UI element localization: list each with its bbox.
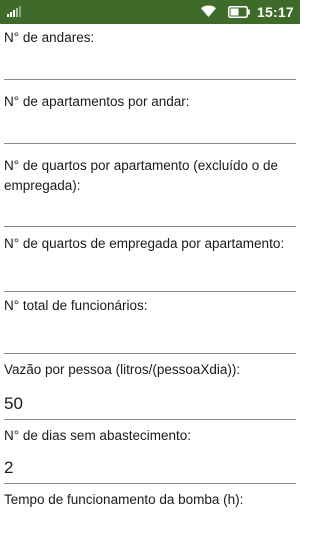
status-bar: 15:17 (0, 0, 300, 24)
input-quartos-empregada[interactable] (4, 262, 296, 292)
wifi-icon (201, 5, 216, 17)
input-tempo-bomba[interactable] (4, 516, 296, 534)
label-vazao-por-pessoa: Vazão por pessoa (litros/(pessoaXdia)): (4, 362, 241, 377)
label-quartos-empregada: N° de quartos de empregada por apartamen… (4, 236, 285, 251)
input-andares[interactable] (4, 50, 296, 80)
label-apartamentos-por-andar: N° de apartamentos por andar: (4, 94, 190, 109)
label-tempo-bomba: Tempo de funcionamento da bomba (h): (4, 492, 244, 507)
input-total-funcionarios[interactable] (4, 324, 296, 354)
label-andares: N° de andares: (4, 30, 95, 45)
input-apartamentos-por-andar[interactable] (4, 114, 296, 144)
signal-icon (7, 6, 21, 17)
battery-icon (228, 6, 250, 18)
label-quartos-por-apartamento: N° de quartos por apartamento (excluído … (4, 158, 279, 193)
input-vazao-por-pessoa[interactable] (4, 390, 296, 420)
label-dias-sem-abastecimento: N° de dias sem abastecimento: (4, 428, 191, 443)
input-quartos-por-apartamento[interactable] (4, 197, 296, 227)
label-total-funcionarios: N° total de funcionários: (4, 298, 148, 313)
clock: 15:17 (257, 4, 294, 20)
input-dias-sem-abastecimento[interactable] (4, 454, 296, 484)
